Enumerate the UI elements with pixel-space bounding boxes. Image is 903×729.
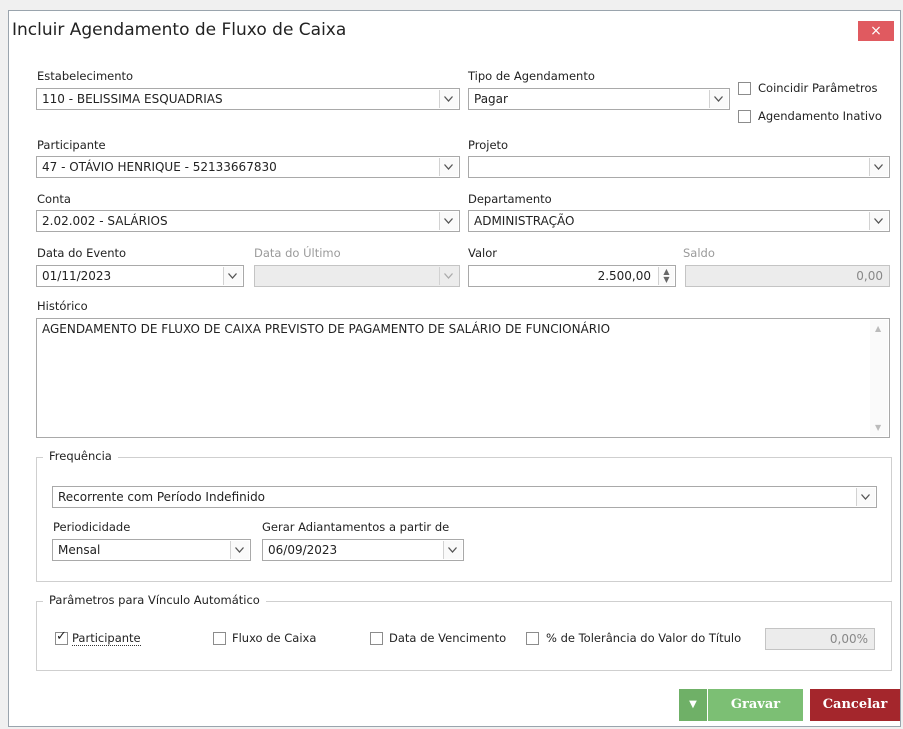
chevron-down-icon[interactable] [223, 267, 242, 285]
participante-label: Participante [37, 138, 106, 152]
agendamento-inativo-label: Agendamento Inativo [758, 109, 882, 123]
departamento-select[interactable]: ADMINISTRAÇÃO [468, 210, 890, 232]
vinculo-legend: Parâmetros para Vínculo Automático [43, 593, 266, 607]
historico-textarea[interactable]: AGENDAMENTO DE FLUXO DE CAIXA PREVISTO D… [36, 318, 890, 438]
periodicidade-select[interactable]: Mensal [52, 539, 251, 561]
chevron-down-icon [439, 267, 458, 285]
estabelecimento-select[interactable]: 110 - BELISSIMA ESQUADRIAS [36, 88, 460, 110]
periodicidade-label: Periodicidade [53, 520, 131, 534]
scroll-down-icon[interactable]: ▼ [875, 423, 881, 432]
historico-label: Histórico [37, 299, 88, 313]
tolerancia-checkbox[interactable] [526, 632, 539, 645]
dialog-window: Incluir Agendamento de Fluxo de Caixa × … [8, 10, 901, 727]
participante-select[interactable]: 47 - OTÁVIO HENRIQUE - 52133667830 [36, 156, 460, 178]
agendamento-inativo-checkbox[interactable] [738, 110, 751, 123]
scroll-up-icon[interactable]: ▲ [875, 324, 881, 333]
data-evento-label: Data do Evento [37, 246, 127, 260]
spin-updown-icon[interactable]: ▲ ▼ [658, 267, 674, 285]
departamento-label: Departamento [468, 192, 552, 206]
projeto-select[interactable] [468, 156, 890, 178]
fluxo-caixa-label: Fluxo de Caixa [232, 631, 317, 645]
chevron-down-icon[interactable] [439, 90, 458, 108]
chevron-down-icon[interactable] [856, 488, 875, 506]
data-vencimento-label: Data de Vencimento [389, 631, 507, 645]
conta-select[interactable]: 2.02.002 - SALÁRIOS [36, 210, 460, 232]
dialog-title: Incluir Agendamento de Fluxo de Caixa [12, 20, 347, 40]
valor-input[interactable]: 2.500,00 ▲ ▼ [468, 265, 676, 287]
participante-checkbox[interactable] [55, 629, 68, 645]
save-button[interactable]: Gravar [708, 689, 803, 721]
frequencia-legend: Frequência [43, 449, 118, 463]
valor-value: 2.500,00 [597, 269, 651, 283]
saldo-label: Saldo [683, 246, 715, 260]
chevron-down-icon[interactable] [869, 158, 888, 176]
scrollbar[interactable]: ▲ ▼ [870, 320, 888, 436]
data-evento-value: 01/11/2023 [42, 269, 112, 283]
periodicidade-value: Mensal [58, 543, 101, 557]
coincidir-parametros-label: Coincidir Parâmetros [758, 81, 878, 95]
tolerancia-input: 0,00% [765, 628, 875, 650]
title-bar: Incluir Agendamento de Fluxo de Caixa × [9, 11, 900, 51]
coincidir-parametros-checkbox[interactable] [738, 82, 751, 95]
historico-value: AGENDAMENTO DE FLUXO DE CAIXA PREVISTO D… [42, 322, 611, 336]
chevron-down-icon[interactable] [439, 212, 458, 230]
fluxo-caixa-checkbox[interactable] [213, 632, 226, 645]
estabelecimento-value: 110 - BELISSIMA ESQUADRIAS [42, 92, 223, 106]
conta-label: Conta [37, 192, 71, 206]
gerar-adiantamentos-value: 06/09/2023 [268, 543, 338, 557]
valor-label: Valor [468, 246, 497, 260]
save-options-button[interactable]: ▼ [679, 689, 707, 721]
projeto-label: Projeto [468, 138, 509, 152]
gerar-adiantamentos-picker[interactable]: 06/09/2023 [262, 539, 464, 561]
chevron-down-icon[interactable] [230, 541, 249, 559]
data-ultimo-label: Data do Último [254, 246, 341, 260]
tolerancia-label: % de Tolerância do Valor do Título [546, 631, 742, 645]
frequencia-value: Recorrente com Período Indefinido [58, 490, 266, 504]
participante-value: 47 - OTÁVIO HENRIQUE - 52133667830 [42, 160, 277, 174]
cancel-button[interactable]: Cancelar [810, 689, 900, 721]
chevron-down-icon[interactable] [869, 212, 888, 230]
data-vencimento-checkbox[interactable] [370, 632, 383, 645]
gerar-adiantamentos-label: Gerar Adiantamentos a partir de [262, 520, 450, 534]
saldo-value: 0,00 [856, 269, 883, 283]
data-evento-picker[interactable]: 01/11/2023 [36, 265, 244, 287]
close-button[interactable]: × [858, 21, 894, 41]
saldo-input: 0,00 [685, 265, 890, 287]
frequencia-group [36, 457, 892, 582]
tipo-agendamento-label: Tipo de Agendamento [468, 69, 595, 83]
estabelecimento-label: Estabelecimento [37, 69, 134, 83]
conta-value: 2.02.002 - SALÁRIOS [42, 214, 168, 228]
chevron-down-icon[interactable] [443, 541, 462, 559]
data-ultimo-picker [254, 265, 460, 287]
frequencia-select[interactable]: Recorrente com Período Indefinido [52, 486, 877, 508]
tipo-agendamento-select[interactable]: Pagar [468, 88, 730, 110]
tipo-agendamento-value: Pagar [474, 92, 508, 106]
vinculo-participante-label: Participante [72, 631, 141, 646]
chevron-down-icon[interactable] [709, 90, 728, 108]
tolerancia-value: 0,00% [829, 632, 868, 646]
departamento-value: ADMINISTRAÇÃO [474, 214, 575, 228]
chevron-down-icon[interactable] [439, 158, 458, 176]
